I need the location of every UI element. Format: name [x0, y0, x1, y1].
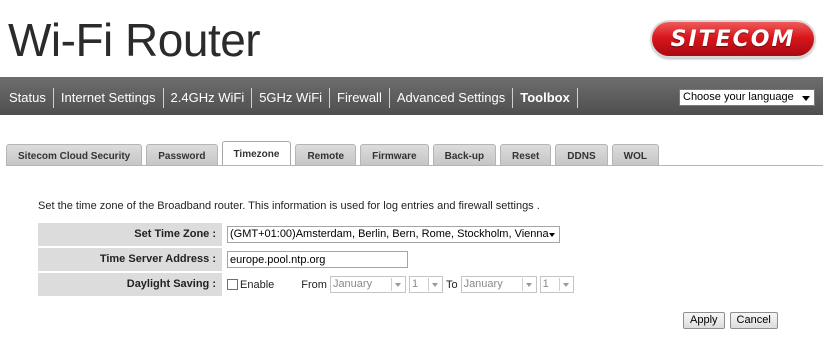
time-zone-value: (GMT+01:00)Amsterdam, Berlin, Bern, Rome…	[230, 228, 549, 240]
language-select-value: Choose your language	[683, 91, 794, 103]
to-day-value: 1	[542, 278, 549, 290]
tab-password[interactable]: Password	[146, 144, 218, 165]
daylight-to-month-select[interactable]: January	[460, 276, 537, 293]
select-divider	[558, 278, 560, 291]
nav-24ghz-wifi[interactable]: 2.4GHz WiFi	[164, 88, 253, 108]
daylight-from-label: From	[301, 278, 327, 291]
daylight-to-day-select[interactable]: 1	[539, 276, 574, 293]
tab-reset[interactable]: Reset	[500, 144, 552, 165]
tab-backup[interactable]: Back-up	[432, 144, 497, 165]
from-month-value: January	[332, 278, 373, 290]
sitecom-logo: SITECOM	[652, 22, 814, 56]
time-server-label: Time Server Address :	[38, 248, 222, 271]
timezone-settings-form: Set Time Zone : (GMT+01:00)Amsterdam, Be…	[38, 223, 816, 298]
tab-remote[interactable]: Remote	[295, 144, 357, 165]
tab-timezone[interactable]: Timezone	[221, 141, 292, 165]
nav-status[interactable]: Status	[2, 88, 54, 108]
daylight-from-month-select[interactable]: January	[329, 276, 406, 293]
time-zone-label: Set Time Zone :	[38, 223, 222, 246]
daylight-saving-row: Daylight Saving : Enable From January 1 …	[38, 273, 816, 296]
apply-button[interactable]: Apply	[683, 312, 725, 329]
logo-text: SITECOM	[670, 26, 796, 52]
nav-advanced-settings[interactable]: Advanced Settings	[390, 88, 514, 108]
chevron-down-icon	[525, 283, 532, 287]
time-server-row: Time Server Address :	[38, 248, 816, 271]
tab-sitecom-cloud-security[interactable]: Sitecom Cloud Security	[6, 144, 143, 165]
select-divider	[390, 278, 392, 291]
time-zone-row: Set Time Zone : (GMT+01:00)Amsterdam, Be…	[38, 223, 816, 246]
chevron-down-icon	[549, 233, 555, 237]
time-server-input[interactable]	[227, 251, 408, 268]
app-title: Wi-Fi Router	[8, 14, 261, 66]
tabs-divider	[6, 165, 823, 166]
from-day-value: 1	[411, 278, 419, 290]
to-month-value: January	[463, 278, 503, 290]
daylight-from-day-select[interactable]: 1	[408, 276, 443, 293]
chevron-down-icon	[802, 96, 810, 101]
daylight-enable-label: Enable	[240, 278, 275, 291]
time-zone-select[interactable]: (GMT+01:00)Amsterdam, Berlin, Bern, Rome…	[227, 226, 560, 243]
form-buttons: Apply Cancel	[683, 312, 783, 329]
nav-internet-settings[interactable]: Internet Settings	[54, 88, 164, 108]
language-select[interactable]: Choose your language	[679, 89, 815, 106]
tab-wol[interactable]: WOL	[611, 144, 659, 165]
nav-5ghz-wifi[interactable]: 5GHz WiFi	[252, 88, 331, 108]
daylight-enable-checkbox[interactable]	[227, 279, 238, 290]
daylight-saving-label: Daylight Saving :	[38, 273, 222, 296]
select-divider	[521, 278, 523, 291]
nav-firewall[interactable]: Firewall	[330, 88, 390, 108]
select-divider	[427, 278, 429, 291]
daylight-to-label: To	[445, 278, 458, 291]
chevron-down-icon	[562, 283, 569, 287]
chevron-down-icon	[431, 283, 438, 287]
toolbox-tabs: Sitecom Cloud Security Password Timezone…	[6, 141, 663, 165]
tab-ddns[interactable]: DDNS	[555, 144, 608, 165]
tab-firmware[interactable]: Firmware	[360, 144, 429, 165]
nav-toolbox[interactable]: Toolbox	[513, 88, 578, 108]
chevron-down-icon	[394, 283, 401, 287]
cancel-button[interactable]: Cancel	[729, 312, 778, 329]
page-description: Set the time zone of the Broadband route…	[38, 200, 540, 212]
